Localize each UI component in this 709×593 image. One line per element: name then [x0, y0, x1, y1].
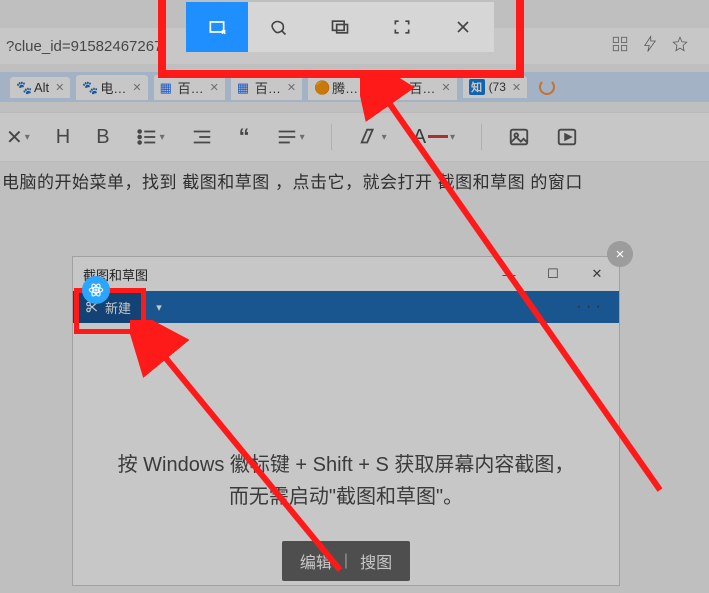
close-icon[interactable]: ✕	[132, 81, 141, 94]
bold-button[interactable]: B	[96, 126, 109, 149]
tab-label: 腾…	[332, 78, 358, 97]
fullscreen-snip-button[interactable]	[371, 2, 433, 52]
paw-icon: 🐾	[82, 80, 96, 94]
tab-label: (73	[489, 80, 506, 94]
tab-label: 百…	[178, 78, 204, 97]
fullscreen-snip-icon	[392, 17, 412, 37]
tab-bai3[interactable]: ▢ 百… ✕	[385, 75, 456, 100]
atom-icon	[88, 282, 104, 298]
new-snip-dropdown[interactable]: ▾	[143, 291, 175, 323]
snip-toolbar: 新建 ▾ · · ·	[73, 291, 619, 323]
image-action-bar: 编辑 | 搜图	[282, 541, 410, 581]
hint-text: 按 Windows 徽标键 + Shift + S 获取屏幕内容截图， 而无需启…	[78, 449, 615, 513]
toolbar-divider	[481, 124, 482, 150]
tab-bai1[interactable]: ▦ 百… ✕	[154, 75, 225, 100]
bolt-icon[interactable]	[641, 35, 659, 57]
close-icon[interactable]: ✕	[55, 81, 64, 94]
more-button[interactable]: · · ·	[576, 298, 619, 316]
action-separator: |	[344, 552, 348, 570]
tab-label: Alt	[34, 80, 49, 95]
rect-snip-icon	[207, 17, 227, 37]
close-icon[interactable]: ✕	[287, 81, 296, 94]
penguin-icon: 🟠	[314, 80, 328, 94]
text-color-button[interactable]: A▾	[413, 126, 455, 149]
dismiss-badge[interactable]: ×	[607, 241, 633, 267]
grid-icon: ▦	[237, 80, 251, 94]
paw-icon: 🐾	[16, 80, 30, 94]
align-button[interactable]: ▾	[276, 126, 305, 148]
tab-bai2[interactable]: ▦ 百… ✕	[231, 75, 302, 100]
tab-alt[interactable]: 🐾 Alt ✕	[10, 77, 70, 98]
snip-close-button[interactable]	[432, 2, 494, 52]
square-icon: ▢	[391, 80, 405, 94]
close-icon[interactable]: ✕	[210, 81, 219, 94]
window-snip-button[interactable]	[309, 2, 371, 52]
highlight-button[interactable]: ▾	[358, 126, 387, 148]
heading-button[interactable]: H	[56, 126, 70, 149]
list-bullet-button[interactable]: ▾	[136, 126, 165, 148]
maximize-button[interactable]: ☐	[531, 257, 575, 291]
toolbar-divider	[331, 124, 332, 150]
image-button[interactable]	[508, 126, 530, 148]
indent-button[interactable]	[191, 126, 213, 148]
zhihu-icon: 知	[469, 79, 485, 95]
edit-action[interactable]: 编辑	[300, 549, 332, 573]
rect-snip-button[interactable]	[186, 2, 248, 52]
new-snip-label: 新建	[105, 298, 131, 317]
grid-icon: ▦	[160, 80, 174, 94]
close-icon[interactable]: ✕	[364, 81, 373, 94]
star-icon[interactable]	[671, 35, 689, 57]
snip-sketch-window: 截图和草图 — ☐ ✕ 新建 ▾ · · · 按 Windows 徽标键 + S…	[72, 256, 620, 586]
atom-badge[interactable]	[82, 276, 110, 304]
snip-mode-toolbar	[186, 2, 494, 52]
search-image-action[interactable]: 搜图	[360, 549, 392, 573]
close-icon[interactable]: ✕▾	[6, 125, 30, 150]
snip-body: 按 Windows 徽标键 + Shift + S 获取屏幕内容截图， 而无需启…	[73, 323, 619, 585]
tab-label: 百…	[255, 78, 281, 97]
minimize-button[interactable]: —	[487, 257, 531, 291]
video-button[interactable]	[556, 126, 578, 148]
tab-label: 百…	[409, 78, 435, 97]
freeform-snip-button[interactable]	[248, 2, 310, 52]
editor-toolbar: ✕▾ H B ▾ “ ▾ ▾ A▾	[0, 112, 709, 162]
browser-tabs: 🐾 Alt ✕ 🐾 电… ✕ ▦ 百… ✕ ▦ 百… ✕ 🟠 腾… ✕ ▢ 百……	[0, 72, 709, 102]
window-snip-icon	[330, 17, 350, 37]
close-icon[interactable]: ✕	[512, 81, 521, 94]
swirl-icon	[539, 79, 555, 95]
tab-more[interactable]	[533, 76, 561, 98]
article-text: 电脑的开始菜单，找到 截图和草图 ，点击它，就会打开 截图和草图 的窗口	[0, 168, 709, 193]
tab-label: 电…	[100, 78, 126, 97]
window-title: 截图和草图	[83, 265, 487, 284]
close-icon[interactable]: ✕	[441, 81, 450, 94]
window-titlebar[interactable]: 截图和草图 — ☐ ✕	[73, 257, 619, 291]
tab-zhi[interactable]: 知 (73 ✕	[463, 76, 528, 98]
tab-teng[interactable]: 🟠 腾… ✕	[308, 75, 379, 100]
close-icon	[453, 17, 473, 37]
tab-dian[interactable]: 🐾 电… ✕	[76, 75, 147, 100]
freeform-snip-icon	[268, 17, 288, 37]
quote-button[interactable]: “	[239, 124, 250, 150]
grid-icon[interactable]	[611, 35, 629, 57]
